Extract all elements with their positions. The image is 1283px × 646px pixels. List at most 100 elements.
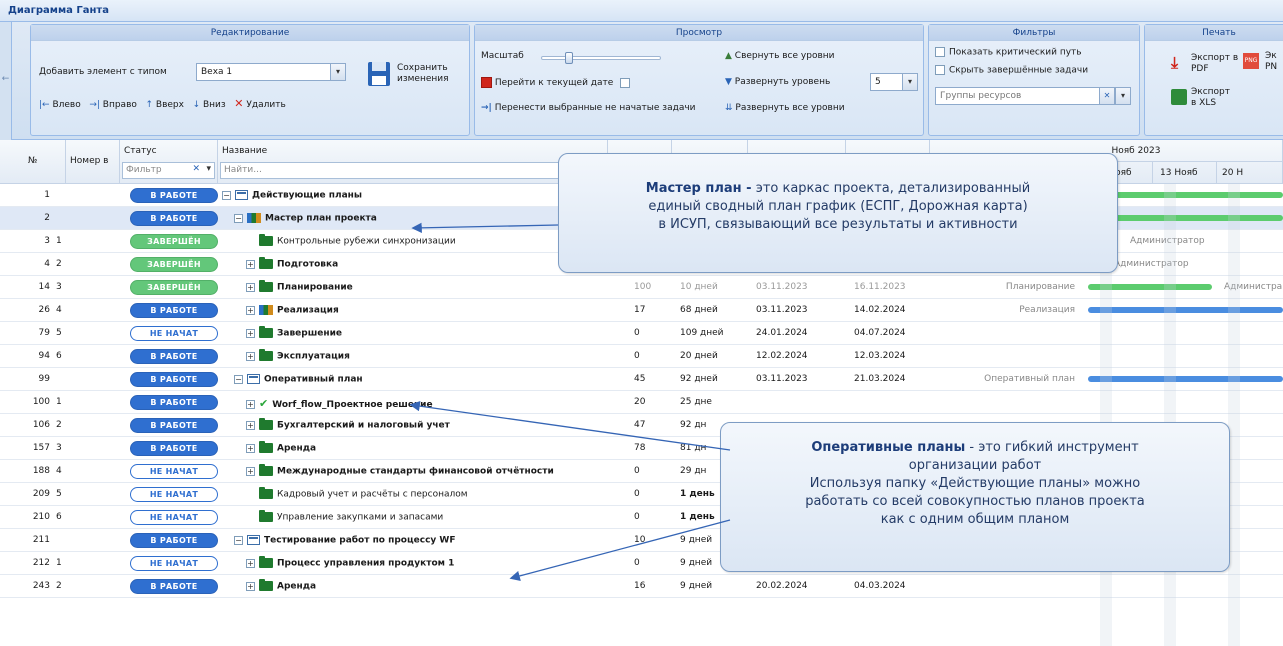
- status-badge[interactable]: В РАБОТЕ: [130, 188, 218, 203]
- row-duration: 25 дне: [680, 397, 712, 407]
- chevron-down-icon[interactable]: ▾: [1115, 87, 1131, 105]
- status-badge[interactable]: В РАБОТЕ: [130, 418, 218, 433]
- status-badge[interactable]: В РАБОТЕ: [130, 395, 218, 410]
- collapse-node-icon[interactable]: −: [222, 190, 231, 200]
- table-row[interactable]: 79 5 НЕ НАЧАТ + Завершение 0 109 дней 24.01.202…: [0, 322, 1283, 345]
- gantt-bar[interactable]: [1088, 376, 1283, 382]
- row-number: 94: [38, 351, 50, 361]
- row-number: 14: [38, 282, 50, 292]
- status-badge[interactable]: НЕ НАЧАТ: [130, 487, 218, 502]
- scale-slider[interactable]: [541, 56, 661, 60]
- status-badge[interactable]: В РАБОТЕ: [130, 349, 218, 364]
- folder-icon: [259, 464, 273, 476]
- collapse-panel-handle[interactable]: ←: [0, 22, 12, 140]
- timeline-week-2: 13 Нояб: [1160, 168, 1198, 178]
- critical-path-toggle[interactable]: Показать критический путь: [935, 47, 1082, 58]
- row-percent: 0: [634, 351, 640, 361]
- expand-node-icon[interactable]: +: [246, 400, 255, 409]
- hide-done-checkbox[interactable]: [935, 65, 945, 75]
- move-unstarted-button[interactable]: →| Перенести выбранные не начатые задачи: [481, 103, 696, 113]
- status-badge[interactable]: В РАБОТЕ: [130, 441, 218, 456]
- gantt-row-label: Оперативный план: [984, 374, 1075, 384]
- column-header-wbs[interactable]: Номер в: [66, 140, 120, 184]
- goto-today-checkbox[interactable]: [620, 77, 631, 88]
- column-header-status[interactable]: Статус Фильтр ✕ ▾: [120, 140, 218, 184]
- status-badge[interactable]: ЗАВЕРШЁН: [130, 280, 218, 295]
- expand-node-icon[interactable]: +: [246, 420, 255, 430]
- status-badge[interactable]: В РАБОТЕ: [130, 533, 218, 548]
- move-right-button[interactable]: →| Вправо: [89, 100, 137, 110]
- goto-today-button[interactable]: Перейти к текущей дате: [481, 77, 634, 88]
- collapse-node-icon[interactable]: −: [234, 535, 243, 545]
- expand-node-icon[interactable]: +: [246, 581, 255, 591]
- hide-done-toggle[interactable]: Скрыть завершённые задачи: [935, 65, 1088, 76]
- row-name: Кадровый учет и расчёты с персоналом: [246, 483, 606, 506]
- status-badge[interactable]: ЗАВЕРШЁН: [130, 257, 218, 272]
- status-badge[interactable]: НЕ НАЧАТ: [130, 326, 218, 341]
- delete-button[interactable]: ✕ Удалить: [234, 97, 285, 110]
- move-up-button[interactable]: ↑ Вверх: [145, 100, 183, 110]
- row-name-text: Подготовка: [277, 259, 339, 270]
- row-name: + Бухгалтерский и налоговый учет: [246, 414, 606, 437]
- table-row[interactable]: 94 6 В РАБОТЕ + Эксплуатация 0 20 дней 12.02.20…: [0, 345, 1283, 368]
- status-filter-input[interactable]: Фильтр ✕ ▾: [122, 162, 215, 179]
- row-status: В РАБОТЕ: [120, 299, 218, 322]
- table-row[interactable]: 243 2 В РАБОТЕ + Аренда 16 9 дней 20.02.2024 04.…: [0, 575, 1283, 598]
- row-name: + Подготовка: [246, 253, 606, 276]
- status-badge[interactable]: В РАБОТЕ: [130, 579, 218, 594]
- expand-node-icon[interactable]: +: [246, 351, 255, 361]
- clear-x-icon[interactable]: ✕: [192, 164, 200, 174]
- collapse-node-icon[interactable]: −: [234, 213, 243, 223]
- row-name-text: Планирование: [277, 282, 353, 293]
- save-button[interactable]: Сохранить изменения: [367, 59, 467, 93]
- row-end-date: 04.03.2024: [854, 581, 906, 591]
- status-badge[interactable]: НЕ НАЧАТ: [130, 510, 218, 525]
- expand-level-select[interactable]: 5 ▾: [870, 73, 918, 91]
- row-name: − Действующие планы: [222, 184, 606, 207]
- collapse-all-button[interactable]: ▲ Свернуть все уровни: [725, 51, 835, 61]
- table-row[interactable]: 100 1 В РАБОТЕ + ✔ Worf_flow_Проектное решени…: [0, 391, 1283, 414]
- window-title: Диаграмма Ганта: [0, 0, 1283, 22]
- row-name-text: Тестирование работ по процессу WF: [264, 535, 456, 546]
- element-type-select[interactable]: Веха 1 ▾: [196, 63, 346, 81]
- row-status: НЕ НАЧАТ: [120, 506, 218, 529]
- row-status: ЗАВЕРШЁН: [120, 230, 218, 253]
- expand-all-button[interactable]: ⇊ Развернуть все уровни: [725, 103, 845, 113]
- expand-node-icon[interactable]: +: [246, 259, 255, 269]
- collapse-node-icon[interactable]: −: [234, 374, 243, 384]
- status-badge[interactable]: ЗАВЕРШЁН: [130, 234, 218, 249]
- column-header-name[interactable]: Название Найти...: [218, 140, 608, 184]
- expand-level-button[interactable]: ▼ Развернуть уровень: [725, 77, 830, 87]
- folder-icon: [259, 257, 273, 269]
- critical-path-checkbox[interactable]: [935, 47, 945, 57]
- expand-node-icon[interactable]: +: [246, 328, 255, 338]
- row-name: + Международные стандарты финансовой отчё…: [246, 460, 606, 483]
- expand-node-icon[interactable]: +: [246, 282, 255, 292]
- row-wbs: 1: [56, 558, 62, 568]
- column-header-num[interactable]: №: [0, 140, 66, 184]
- status-badge[interactable]: В РАБОТЕ: [130, 303, 218, 318]
- gantt-bar[interactable]: [1088, 307, 1283, 313]
- resource-groups-select[interactable]: Группы ресурсов ✕ ▾: [935, 87, 1131, 105]
- status-badge[interactable]: В РАБОТЕ: [130, 211, 218, 226]
- row-name-text: Международные стандарты финансовой отчёт…: [277, 466, 554, 477]
- gantt-row-label: Администратор: [1130, 236, 1205, 246]
- expand-node-icon[interactable]: +: [246, 558, 255, 568]
- status-badge[interactable]: НЕ НАЧАТ: [130, 556, 218, 571]
- row-wbs: [56, 368, 86, 391]
- chevron-down-icon[interactable]: ▾: [206, 164, 211, 174]
- name-search-input[interactable]: Найти...: [220, 162, 605, 179]
- expand-node-icon[interactable]: +: [246, 466, 255, 476]
- expand-node-icon[interactable]: +: [246, 305, 255, 315]
- expand-node-icon[interactable]: +: [246, 443, 255, 453]
- chevron-down-icon[interactable]: ▾: [330, 63, 346, 81]
- chevron-left-icon: ←: [1, 74, 10, 84]
- move-down-button[interactable]: ↓ Вниз: [193, 100, 226, 110]
- clear-x-icon[interactable]: ✕: [1099, 87, 1115, 105]
- chevron-down-icon[interactable]: ▾: [902, 73, 918, 91]
- status-badge[interactable]: В РАБОТЕ: [130, 372, 218, 387]
- status-badge[interactable]: НЕ НАЧАТ: [130, 464, 218, 479]
- move-left-button[interactable]: |← Влево: [39, 100, 81, 110]
- row-number: 157: [32, 443, 50, 453]
- scale-slider-thumb[interactable]: [565, 52, 573, 64]
